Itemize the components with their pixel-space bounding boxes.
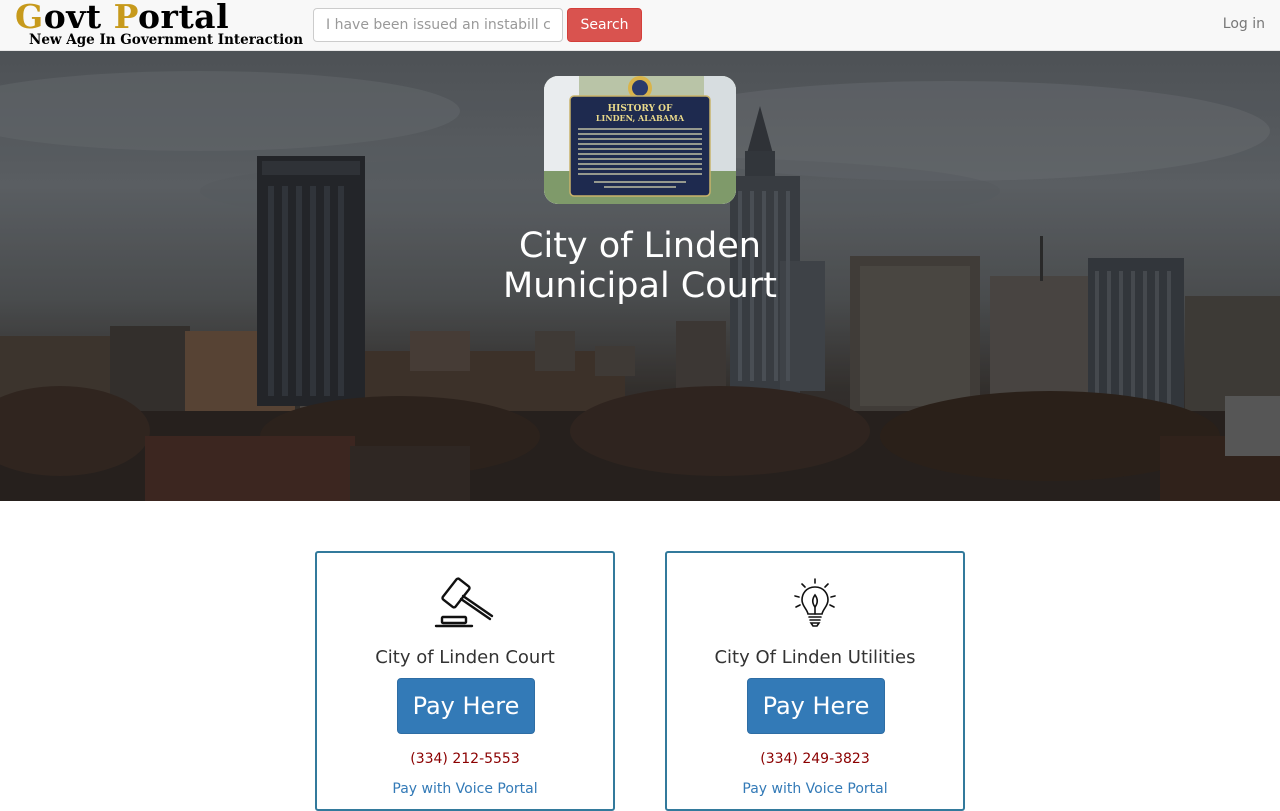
court-voice-portal-link[interactable]: Pay with Voice Portal (317, 781, 613, 797)
page-title: City of Linden Municipal Court (0, 226, 1280, 306)
page-title-line2: Municipal Court (503, 266, 777, 306)
hero-banner: HISTORY OF LINDEN, ALABAMA City of Linde… (0, 51, 1280, 501)
brand-tagline: New Age In Government Interaction (29, 32, 304, 48)
search-button[interactable]: Search (567, 8, 642, 42)
utilities-card-title: City Of Linden Utilities (714, 647, 916, 668)
lightbulb-icon (794, 578, 836, 627)
login-link[interactable]: Log in (1223, 16, 1265, 32)
brand-text-ortal: ortal (138, 0, 230, 36)
marker-subheading: LINDEN, ALABAMA (596, 113, 685, 123)
top-navbar: Govt Portal New Age In Government Intera… (0, 0, 1280, 51)
court-phone-number: (334) 212-5553 (410, 751, 520, 767)
utilities-phone-number: (334) 249-3823 (760, 751, 870, 767)
court-payment-card: City of Linden Court Pay Here (334) 212-… (315, 551, 615, 811)
page-title-line1: City of Linden (519, 226, 761, 266)
utilities-pay-here-button[interactable]: Pay Here (747, 678, 885, 734)
brand-logo-link[interactable]: Govt Portal New Age In Government Intera… (15, 0, 303, 50)
gavel-icon (434, 577, 494, 628)
linden-historical-marker-image: HISTORY OF LINDEN, ALABAMA (544, 76, 736, 204)
court-card-title: City of Linden Court (375, 647, 555, 668)
utilities-payment-card: City Of Linden Utilities Pay Here (334) … (665, 551, 965, 811)
utilities-voice-portal-link[interactable]: Pay with Voice Portal (667, 781, 963, 797)
brand-initial-p: P (113, 0, 139, 36)
brand-text-ovt: ovt (43, 0, 114, 36)
search-input[interactable] (313, 8, 563, 42)
brand-initial-g: G (15, 0, 44, 36)
court-pay-here-button[interactable]: Pay Here (397, 678, 535, 734)
